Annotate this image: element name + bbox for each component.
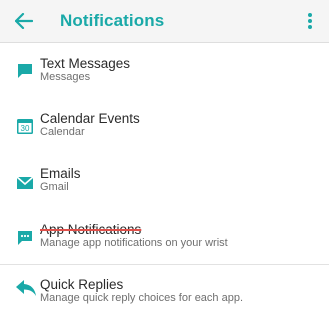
item-sublabel: Manage app notifications on your wrist — [40, 237, 228, 249]
reply-icon — [15, 278, 37, 298]
item-label: Text Messages — [40, 56, 131, 71]
envelope-icon — [15, 173, 35, 193]
more-options-button[interactable] — [305, 11, 315, 31]
item-label: Quick Replies — [40, 277, 124, 292]
more-vertical-icon — [308, 13, 312, 29]
item-sublabel: Calendar — [40, 126, 85, 138]
back-button[interactable] — [12, 10, 36, 32]
item-label: Calendar Events — [40, 111, 140, 126]
list-item-text-messages[interactable]: Text Messages Messages — [0, 43, 329, 98]
list-item-emails[interactable]: Emails Gmail — [0, 153, 329, 209]
calendar-icon: 30 — [15, 116, 35, 136]
chat-bubble-icon — [15, 61, 35, 81]
list-item-calendar-events[interactable]: 30 Calendar Events Calendar — [0, 98, 329, 153]
chat-dots-icon — [15, 228, 35, 248]
item-label: App Notifications — [40, 222, 142, 237]
list-item-quick-replies[interactable]: Quick Replies Manage quick reply choices… — [0, 265, 329, 319]
app-bar: Notifications — [0, 0, 329, 43]
item-label: Emails — [40, 166, 81, 181]
arrow-left-icon — [15, 13, 33, 29]
item-sublabel: Gmail — [40, 181, 69, 193]
calendar-day: 30 — [21, 124, 30, 133]
item-sublabel: Manage quick reply choices for each app. — [40, 292, 244, 304]
page-title: Notifications — [60, 11, 165, 30]
list-item-app-notifications[interactable]: App Notifications Manage app notificatio… — [0, 209, 329, 264]
item-sublabel: Messages — [40, 71, 91, 83]
